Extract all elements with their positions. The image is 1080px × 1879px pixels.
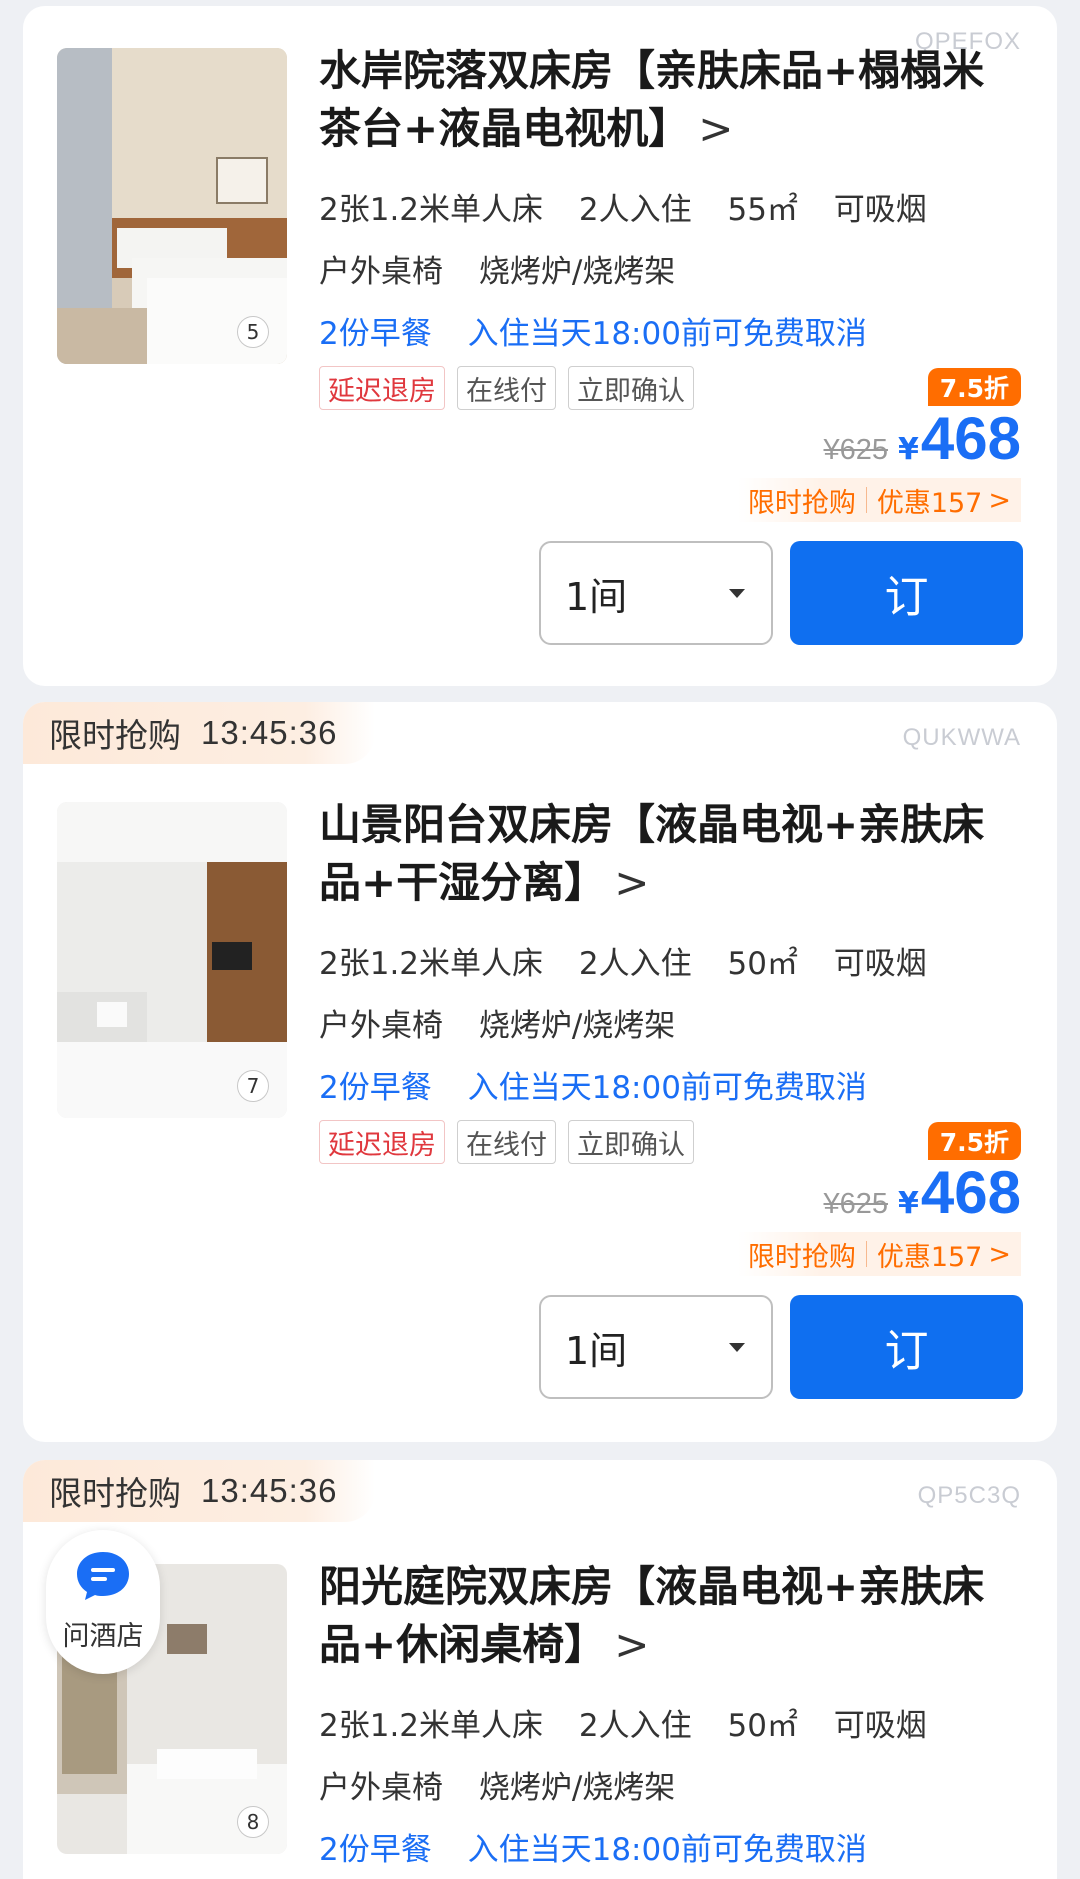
original-price: ¥625: [823, 434, 889, 466]
tag-late-checkout: 延迟退房: [319, 1120, 445, 1164]
price-row: ¥625 ¥ 468: [824, 404, 1022, 473]
flash-sale-banner: 限时抢购 13:45:36: [23, 702, 376, 764]
flash-sale-label: 限时抢购: [49, 1474, 181, 1513]
flash-sale-banner: 限时抢购 13:45:36: [23, 1460, 376, 1522]
room-card[interactable]: 限时抢购 13:45:36 QUKWWA 7 山景阳台双床房【液晶电视+亲肤床品…: [23, 702, 1057, 1442]
promo-label: 限时抢购: [747, 1241, 856, 1273]
room-policies: 2份早餐 入住当天18:00前可免费取消: [319, 1062, 893, 1107]
tag-online-pay: 在线付: [457, 366, 556, 410]
area-spec: 50㎡: [727, 946, 798, 982]
room-specs: 2张1.2米单人床 2人入住 55㎡ 可吸烟: [319, 184, 953, 229]
current-price: 468: [920, 1159, 1021, 1226]
bed-spec: 2张1.2米单人床: [319, 192, 544, 228]
smoking-spec: 可吸烟: [833, 192, 927, 228]
room-title[interactable]: 阳光庭院双床房【液晶电视+亲肤床品+休闲桌椅】 >: [319, 1558, 1019, 1674]
chevron-right-icon: >: [988, 484, 1011, 516]
current-price: 468: [920, 405, 1021, 472]
room-code: QP5C3Q: [917, 1482, 1021, 1509]
room-facilities: 户外桌椅 烧烤炉/烧烤架: [319, 246, 701, 291]
smoking-spec: 可吸烟: [833, 946, 927, 982]
book-button[interactable]: 订: [790, 1295, 1023, 1399]
original-price: ¥625: [823, 1188, 889, 1220]
room-tags: 延迟退房 在线付 立即确认: [319, 366, 694, 410]
promo-saving: 优惠157: [876, 487, 983, 519]
room-tags: 延迟退房 在线付 立即确认: [319, 1120, 694, 1164]
cancel-policy: 入住当天18:00前可免费取消: [467, 1070, 867, 1106]
currency-symbol: ¥: [898, 432, 919, 467]
caret-down-icon: [729, 589, 745, 598]
room-title-text: 阳光庭院双床房【液晶电视+亲肤床品+休闲桌椅】: [319, 1562, 985, 1669]
smoking-spec: 可吸烟: [833, 1708, 927, 1744]
room-title-text: 山景阳台双床房【液晶电视+亲肤床品+干湿分离】: [319, 800, 985, 907]
room-quantity-select[interactable]: 1间: [539, 1295, 773, 1399]
room-quantity-value: 1间: [565, 574, 628, 619]
room-code: QUKWWA: [902, 724, 1021, 751]
price-row: ¥625 ¥ 468: [824, 1158, 1022, 1227]
breakfast-policy: 2份早餐: [319, 1070, 432, 1106]
room-title-text: 水岸院落双床房【亲肤床品+榻榻米茶台+液晶电视机】: [319, 46, 985, 153]
room-specs: 2张1.2米单人床 2人入住 50㎡ 可吸烟: [319, 938, 953, 983]
flash-sale-timer: 13:45:36: [201, 714, 338, 751]
currency-symbol: ¥: [898, 1186, 919, 1221]
room-facilities: 户外桌椅 烧烤炉/烧烤架: [319, 1762, 701, 1807]
photo-count-badge: 7: [237, 1070, 269, 1102]
room-photo[interactable]: 7: [57, 802, 287, 1118]
facility-item: 户外桌椅: [319, 1008, 443, 1044]
photo-count-badge: 5: [237, 316, 269, 348]
facility-item: 户外桌椅: [319, 1770, 443, 1806]
facility-item: 户外桌椅: [319, 254, 443, 290]
bed-spec: 2张1.2米单人床: [319, 946, 544, 982]
facility-item: 烧烤炉/烧烤架: [478, 254, 676, 290]
room-card[interactable]: QPEFOX 5 水岸院落双床房【亲肤床品+榻榻米茶台+液晶电视机】 > 2张1.…: [23, 6, 1057, 686]
promo-row[interactable]: 限时抢购 优惠157 >: [737, 1232, 1021, 1276]
breakfast-policy: 2份早餐: [319, 1832, 432, 1868]
occupancy-spec: 2人入住: [578, 946, 692, 982]
facility-item: 烧烤炉/烧烤架: [478, 1008, 676, 1044]
facility-item: 烧烤炉/烧烤架: [478, 1770, 676, 1806]
ask-hotel-button[interactable]: 问酒店: [46, 1530, 160, 1674]
chevron-right-icon: >: [988, 1238, 1011, 1270]
flash-sale-label: 限时抢购: [49, 716, 181, 755]
chat-bubble-icon: [77, 1552, 129, 1600]
ask-hotel-label: 问酒店: [62, 1621, 144, 1652]
tag-instant-confirm: 立即确认: [568, 366, 694, 410]
cancel-policy: 入住当天18:00前可免费取消: [467, 316, 867, 352]
flash-sale-timer: 13:45:36: [201, 1472, 338, 1509]
tag-online-pay: 在线付: [457, 1120, 556, 1164]
room-quantity-value: 1间: [565, 1328, 628, 1373]
cancel-policy: 入住当天18:00前可免费取消: [467, 1832, 867, 1868]
chevron-right-icon: >: [614, 1620, 650, 1669]
tag-late-checkout: 延迟退房: [319, 366, 445, 410]
room-photo[interactable]: 5: [57, 48, 287, 364]
promo-row[interactable]: 限时抢购 优惠157 >: [737, 478, 1021, 522]
room-card[interactable]: 限时抢购 13:45:36 QP5C3Q 8 阳光庭院双床房【液晶电视+亲肤床品…: [23, 1460, 1057, 1879]
room-specs: 2张1.2米单人床 2人入住 50㎡ 可吸烟: [319, 1700, 953, 1745]
caret-down-icon: [729, 1343, 745, 1352]
chevron-right-icon: >: [698, 104, 734, 153]
book-button[interactable]: 订: [790, 541, 1023, 645]
promo-divider: [865, 487, 867, 513]
breakfast-policy: 2份早餐: [319, 316, 432, 352]
room-title[interactable]: 山景阳台双床房【液晶电视+亲肤床品+干湿分离】 >: [319, 796, 1019, 912]
promo-label: 限时抢购: [747, 487, 856, 519]
photo-count-badge: 8: [237, 1806, 269, 1838]
discount-badge: 7.5折: [927, 1122, 1021, 1160]
promo-divider: [865, 1241, 867, 1267]
discount-badge: 7.5折: [927, 368, 1021, 406]
room-policies: 2份早餐 入住当天18:00前可免费取消: [319, 1824, 893, 1869]
chevron-right-icon: >: [614, 858, 650, 907]
room-policies: 2份早餐 入住当天18:00前可免费取消: [319, 308, 893, 353]
bed-spec: 2张1.2米单人床: [319, 1708, 544, 1744]
room-quantity-select[interactable]: 1间: [539, 541, 773, 645]
occupancy-spec: 2人入住: [578, 192, 692, 228]
tag-instant-confirm: 立即确认: [568, 1120, 694, 1164]
area-spec: 50㎡: [727, 1708, 798, 1744]
room-facilities: 户外桌椅 烧烤炉/烧烤架: [319, 1000, 701, 1045]
room-title[interactable]: 水岸院落双床房【亲肤床品+榻榻米茶台+液晶电视机】 >: [319, 42, 1019, 158]
promo-saving: 优惠157: [876, 1241, 983, 1273]
occupancy-spec: 2人入住: [578, 1708, 692, 1744]
area-spec: 55㎡: [727, 192, 798, 228]
